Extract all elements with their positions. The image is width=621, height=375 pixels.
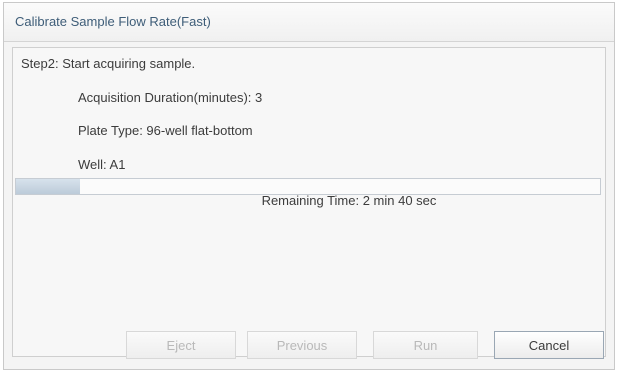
- cancel-button[interactable]: Cancel: [494, 331, 604, 359]
- well-text: Well: A1: [78, 157, 126, 172]
- acquisition-duration-text: Acquisition Duration(minutes): 3: [78, 90, 263, 105]
- remaining-time-text: Remaining Time: 2 min 40 sec: [261, 193, 437, 208]
- eject-button[interactable]: Eject: [126, 331, 236, 359]
- button-row: Eject Previous Run Cancel: [4, 331, 614, 359]
- dialog-window: Calibrate Sample Flow Rate(Fast) Step2: …: [3, 2, 615, 370]
- step-label: Step2: Start acquiring sample.: [21, 56, 196, 71]
- progress-fill: [16, 179, 81, 194]
- previous-button[interactable]: Previous: [247, 331, 357, 359]
- dialog-title: Calibrate Sample Flow Rate(Fast): [15, 14, 211, 29]
- plate-type-text: Plate Type: 96-well flat-bottom: [78, 123, 253, 138]
- acquisition-progress-bar: [15, 178, 601, 195]
- run-button[interactable]: Run: [373, 331, 478, 359]
- title-bar[interactable]: Calibrate Sample Flow Rate(Fast): [4, 3, 614, 42]
- dialog-content: Step2: Start acquiring sample. Acquisiti…: [12, 47, 606, 357]
